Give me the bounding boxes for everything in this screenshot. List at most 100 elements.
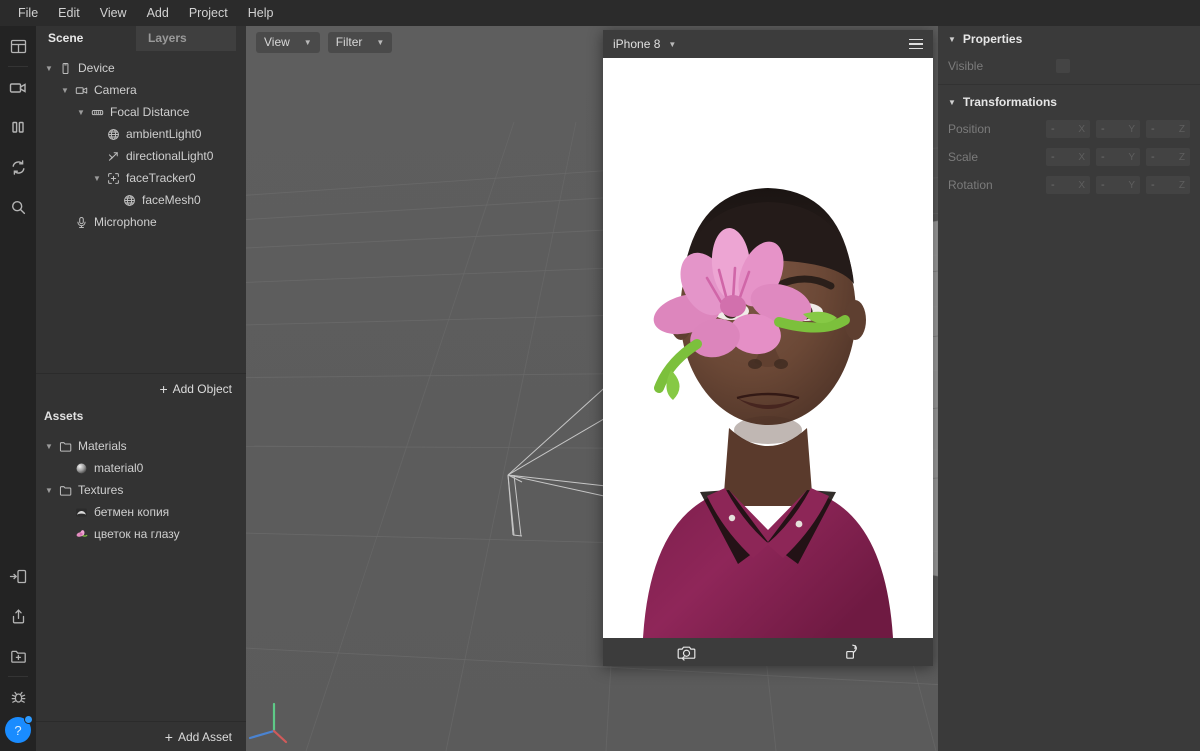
left-dock: SceneLayers ▼Device▼Camera▼Focal Distanc… xyxy=(36,26,246,751)
loop-icon[interactable] xyxy=(0,147,36,187)
tree-node-label: Microphone xyxy=(94,215,157,229)
menu-add[interactable]: Add xyxy=(137,0,179,26)
bug-icon[interactable] xyxy=(0,677,36,717)
tree-node[interactable]: ▼material0 xyxy=(36,457,246,479)
preview-stage[interactable] xyxy=(603,58,933,638)
directional-light-icon xyxy=(104,150,122,163)
scale-x-field[interactable]: -X xyxy=(1046,148,1090,166)
field-value: - xyxy=(1151,179,1155,191)
tree-node[interactable]: ▼бетмен копия xyxy=(36,501,246,523)
chevron-down-icon[interactable]: ▼ xyxy=(42,486,56,495)
assets-tree: ▼ Materials ▼material0 ▼ Textures ▼бетмен коп… xyxy=(36,429,246,545)
send-to-device-icon[interactable] xyxy=(0,556,36,596)
position-z-field[interactable]: -Z xyxy=(1146,120,1190,138)
axis-label: Y xyxy=(1128,180,1135,191)
flip-camera-icon[interactable] xyxy=(677,644,696,661)
tree-node[interactable]: ▼ Device xyxy=(36,57,246,79)
sphere-icon xyxy=(72,462,90,475)
camera-icon[interactable] xyxy=(0,67,36,107)
chevron-down-icon: ▼ xyxy=(668,40,676,49)
tree-node[interactable]: ▼directionalLight0 xyxy=(36,145,246,167)
axis-label: X xyxy=(1078,124,1085,135)
visible-row: Visible xyxy=(938,52,1200,80)
tree-node[interactable]: ▼ Textures xyxy=(36,479,246,501)
menu-edit[interactable]: Edit xyxy=(48,0,90,26)
preview-footer xyxy=(603,638,933,666)
axis-label: Y xyxy=(1128,152,1135,163)
chevron-down-icon[interactable]: ▼ xyxy=(42,64,56,73)
help-label: ? xyxy=(14,723,21,738)
transform-row-rotation: Rotation-X-Y-Z xyxy=(938,171,1200,199)
reset-rotation-icon[interactable] xyxy=(843,644,860,661)
tree-node[interactable]: ▼ Focal Distance xyxy=(36,101,246,123)
tree-node-label: material0 xyxy=(94,461,143,475)
transformations-section-header[interactable]: ▼ Transformations xyxy=(938,89,1200,115)
pause-icon[interactable] xyxy=(0,107,36,147)
tree-node-label: ambientLight0 xyxy=(126,127,201,141)
transform-row-label: Rotation xyxy=(948,178,1006,192)
spark-ar-studio-window: FileEditViewAddProjectHelp xyxy=(0,0,1200,751)
transformations-section-title: Transformations xyxy=(963,95,1057,109)
add-object-button[interactable]: + Add Object xyxy=(36,373,246,403)
rotation-z-field[interactable]: -Z xyxy=(1146,176,1190,194)
xyz-fields: -X-Y-Z xyxy=(1046,120,1190,138)
tree-node-label: Device xyxy=(78,61,115,75)
face-mesh-icon xyxy=(120,194,138,207)
chevron-down-icon[interactable]: ▼ xyxy=(58,86,72,95)
upload-icon[interactable] xyxy=(0,596,36,636)
properties-section-header[interactable]: ▼ Properties xyxy=(938,26,1200,52)
scene-tree: ▼Device▼Camera▼Focal Distance▼ambientLig… xyxy=(36,51,246,233)
tree-node[interactable]: ▼Camera xyxy=(36,79,246,101)
ar-effect-render xyxy=(603,58,933,638)
search-icon[interactable] xyxy=(0,187,36,227)
tree-node[interactable]: ▼Microphone xyxy=(36,211,246,233)
axis-label: Z xyxy=(1179,152,1185,163)
axis-label: X xyxy=(1078,152,1085,163)
add-asset-label: Add Asset xyxy=(178,730,232,744)
chevron-down-icon: ▼ xyxy=(948,35,956,44)
tree-node[interactable]: ▼ Materials xyxy=(36,435,246,457)
add-folder-icon[interactable] xyxy=(0,636,36,676)
menu-help[interactable]: Help xyxy=(238,0,284,26)
device-preview-panel: iPhone 8 ▼ xyxy=(603,30,933,666)
help-button[interactable]: ? xyxy=(5,717,31,743)
tab-strip-filler xyxy=(236,26,246,51)
tree-node[interactable]: ▼faceMesh0 xyxy=(36,189,246,211)
view-dropdown[interactable]: View ▼ xyxy=(256,32,320,53)
position-y-field[interactable]: -Y xyxy=(1096,120,1140,138)
tree-node-label: Focal Distance xyxy=(110,105,189,119)
tree-node[interactable]: ▼цветок на глазу xyxy=(36,523,246,545)
visible-label: Visible xyxy=(948,59,1006,73)
tree-node-label: Materials xyxy=(78,439,127,453)
position-x-field[interactable]: -X xyxy=(1046,120,1090,138)
chevron-down-icon[interactable]: ▼ xyxy=(90,174,104,183)
rotation-y-field[interactable]: -Y xyxy=(1096,176,1140,194)
menu-file[interactable]: File xyxy=(8,0,48,26)
chevron-down-icon: ▼ xyxy=(948,98,956,107)
tab-layers[interactable]: Layers xyxy=(136,26,236,51)
tab-scene[interactable]: Scene xyxy=(36,26,136,51)
visible-checkbox[interactable] xyxy=(1056,59,1070,73)
menu-view[interactable]: View xyxy=(90,0,137,26)
filter-dropdown[interactable]: Filter ▼ xyxy=(328,32,393,53)
tree-node-label: Textures xyxy=(78,483,123,497)
rotation-x-field[interactable]: -X xyxy=(1046,176,1090,194)
menu-project[interactable]: Project xyxy=(179,0,238,26)
layout-icon[interactable] xyxy=(0,26,36,66)
scale-y-field[interactable]: -Y xyxy=(1096,148,1140,166)
tree-node-label: цветок на глазу xyxy=(94,527,180,541)
scale-z-field[interactable]: -Z xyxy=(1146,148,1190,166)
xyz-fields: -X-Y-Z xyxy=(1046,176,1190,194)
chevron-down-icon[interactable]: ▼ xyxy=(42,442,56,451)
xyz-fields: -X -Y -Z xyxy=(1046,148,1190,166)
tree-node[interactable]: ▼faceTracker0 xyxy=(36,167,246,189)
face-tracker-icon xyxy=(104,172,122,185)
device-selector[interactable]: iPhone 8 ▼ xyxy=(613,37,676,51)
field-value: - xyxy=(1101,123,1105,135)
microphone-icon xyxy=(72,216,90,229)
transform-rows: Position-X-Y-ZScale-X-Y-ZRotation-X-Y-Z xyxy=(938,115,1200,199)
chevron-down-icon[interactable]: ▼ xyxy=(74,108,88,117)
tree-node[interactable]: ▼ambientLight0 xyxy=(36,123,246,145)
add-asset-button[interactable]: + Add Asset xyxy=(36,721,246,751)
hamburger-menu-icon[interactable] xyxy=(909,39,923,50)
